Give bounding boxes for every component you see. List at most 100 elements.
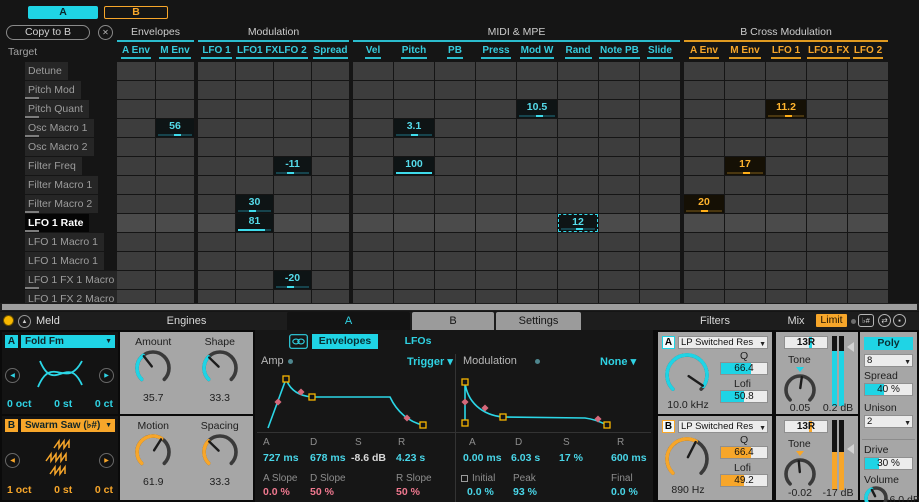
matrix-column-header[interactable]: Vel bbox=[353, 45, 393, 58]
matrix-value-cell[interactable]: 17 bbox=[725, 157, 765, 175]
matrix-value-cell[interactable]: 20 bbox=[684, 195, 724, 213]
matrix-cell[interactable] bbox=[558, 252, 598, 270]
mod-sustain-value[interactable]: 17 % bbox=[559, 452, 583, 464]
matrix-cell[interactable] bbox=[640, 100, 680, 118]
matrix-cell[interactable] bbox=[848, 233, 888, 251]
engine-a-selector[interactable]: Fold Fm ▼ bbox=[21, 335, 115, 348]
matrix-cell[interactable] bbox=[236, 290, 273, 303]
matrix-cell[interactable] bbox=[435, 290, 475, 303]
matrix-cell[interactable] bbox=[599, 176, 639, 194]
matrix-cell[interactable] bbox=[640, 195, 680, 213]
matrix-cell[interactable] bbox=[236, 81, 273, 99]
matrix-cell[interactable] bbox=[517, 233, 557, 251]
matrix-cell[interactable] bbox=[640, 271, 680, 289]
matrix-value-cell[interactable]: 100 bbox=[394, 157, 434, 175]
matrix-cell[interactable] bbox=[435, 138, 475, 156]
matrix-cell[interactable] bbox=[394, 252, 434, 270]
matrix-cell[interactable] bbox=[766, 176, 806, 194]
engine-b-oct[interactable]: 1 oct bbox=[7, 484, 32, 496]
matrix-cell[interactable] bbox=[640, 176, 680, 194]
matrix-value-cell[interactable]: 10.5 bbox=[517, 100, 557, 118]
matrix-cell[interactable] bbox=[274, 195, 311, 213]
matrix-cell[interactable] bbox=[848, 214, 888, 232]
shape-knob[interactable] bbox=[190, 349, 250, 392]
poly-button[interactable]: Poly bbox=[864, 337, 913, 350]
matrix-column-header[interactable]: Spread bbox=[312, 45, 349, 58]
engine-a-oct[interactable]: 0 oct bbox=[7, 398, 32, 410]
matrix-row-label[interactable]: LFO 1 FX 2 Macro bbox=[25, 290, 120, 303]
matrix-cell[interactable] bbox=[394, 176, 434, 194]
matrix-cell[interactable] bbox=[807, 290, 847, 303]
matrix-cell[interactable] bbox=[725, 195, 765, 213]
matrix-cell[interactable] bbox=[725, 271, 765, 289]
matrix-cell[interactable] bbox=[274, 62, 311, 80]
engine-b-prev-button[interactable]: ◀ bbox=[5, 453, 20, 468]
matrix-cell[interactable] bbox=[156, 176, 194, 194]
matrix-cell[interactable] bbox=[558, 138, 598, 156]
mix-b-level-handle[interactable] bbox=[847, 444, 854, 454]
drive-slider[interactable]: 30 % bbox=[864, 457, 913, 470]
link-icon[interactable] bbox=[289, 334, 308, 349]
matrix-cell[interactable] bbox=[394, 62, 434, 80]
matrix-cell[interactable] bbox=[558, 157, 598, 175]
matrix-cell[interactable] bbox=[848, 119, 888, 137]
matrix-column-header[interactable]: LFO 1 bbox=[198, 45, 235, 58]
matrix-cell[interactable] bbox=[236, 62, 273, 80]
matrix-cell[interactable] bbox=[312, 81, 349, 99]
mix-a-level-handle[interactable] bbox=[847, 342, 854, 352]
matrix-cell[interactable] bbox=[766, 233, 806, 251]
matrix-cell[interactable] bbox=[476, 138, 516, 156]
fold-icon[interactable]: ▲ bbox=[18, 315, 31, 328]
matrix-cell[interactable] bbox=[312, 195, 349, 213]
matrix-cell[interactable] bbox=[476, 290, 516, 303]
matrix-cell[interactable] bbox=[640, 233, 680, 251]
matrix-row-label[interactable]: Osc Macro 2 bbox=[25, 138, 94, 156]
matrix-cell[interactable] bbox=[807, 233, 847, 251]
matrix-cell[interactable] bbox=[236, 233, 273, 251]
filter-b-freq-value[interactable]: 890 Hz bbox=[658, 484, 718, 496]
matrix-cell[interactable] bbox=[435, 271, 475, 289]
matrix-cell[interactable] bbox=[766, 157, 806, 175]
matrix-cell[interactable] bbox=[599, 214, 639, 232]
horizontal-scrollbar[interactable] bbox=[0, 303, 919, 311]
matrix-cell[interactable] bbox=[558, 233, 598, 251]
matrix-cell[interactable] bbox=[725, 100, 765, 118]
matrix-cell[interactable] bbox=[599, 81, 639, 99]
matrix-column-header[interactable]: Press bbox=[476, 45, 516, 58]
matrix-cell[interactable] bbox=[394, 290, 434, 303]
matrix-cell[interactable] bbox=[640, 290, 680, 303]
tab-engine-a[interactable]: A bbox=[287, 312, 410, 330]
mod-initial-value[interactable]: 0.0 % bbox=[467, 486, 494, 498]
matrix-cell[interactable] bbox=[848, 138, 888, 156]
mod-target-dropdown[interactable]: None ▾ bbox=[600, 355, 636, 368]
amp-trigger-mode-dropdown[interactable]: Trigger ▾ bbox=[407, 355, 453, 368]
matrix-column-header[interactable]: LFO1 FX bbox=[807, 45, 847, 58]
matrix-cell[interactable] bbox=[599, 138, 639, 156]
matrix-cell[interactable] bbox=[198, 62, 235, 80]
matrix-cell[interactable] bbox=[558, 119, 598, 137]
amp-decay-value[interactable]: 678 ms bbox=[310, 452, 346, 464]
matrix-cell[interactable] bbox=[312, 176, 349, 194]
filter-b-freq-knob[interactable] bbox=[664, 436, 710, 487]
matrix-cell[interactable] bbox=[117, 62, 155, 80]
matrix-cell[interactable] bbox=[198, 233, 235, 251]
matrix-cell[interactable] bbox=[353, 233, 393, 251]
matrix-cell[interactable] bbox=[684, 100, 724, 118]
matrix-cell[interactable] bbox=[198, 176, 235, 194]
matrix-cell[interactable] bbox=[684, 271, 724, 289]
matrix-cell[interactable] bbox=[394, 100, 434, 118]
matrix-cell[interactable] bbox=[476, 100, 516, 118]
matrix-cell[interactable] bbox=[725, 290, 765, 303]
engine-a-next-button[interactable]: ▶ bbox=[99, 368, 114, 383]
matrix-cell[interactable] bbox=[394, 81, 434, 99]
matrix-cell[interactable] bbox=[274, 138, 311, 156]
matrix-cell[interactable] bbox=[848, 100, 888, 118]
mod-final-value[interactable]: 0.0 % bbox=[611, 486, 638, 498]
engine-b-next-button[interactable]: ▶ bbox=[99, 453, 114, 468]
matrix-cell[interactable] bbox=[599, 252, 639, 270]
matrix-cell[interactable] bbox=[807, 138, 847, 156]
matrix-column-header[interactable]: Slide bbox=[640, 45, 680, 58]
matrix-value-cell[interactable]: 30 bbox=[236, 195, 273, 213]
matrix-cell[interactable] bbox=[312, 62, 349, 80]
matrix-cell[interactable] bbox=[599, 271, 639, 289]
